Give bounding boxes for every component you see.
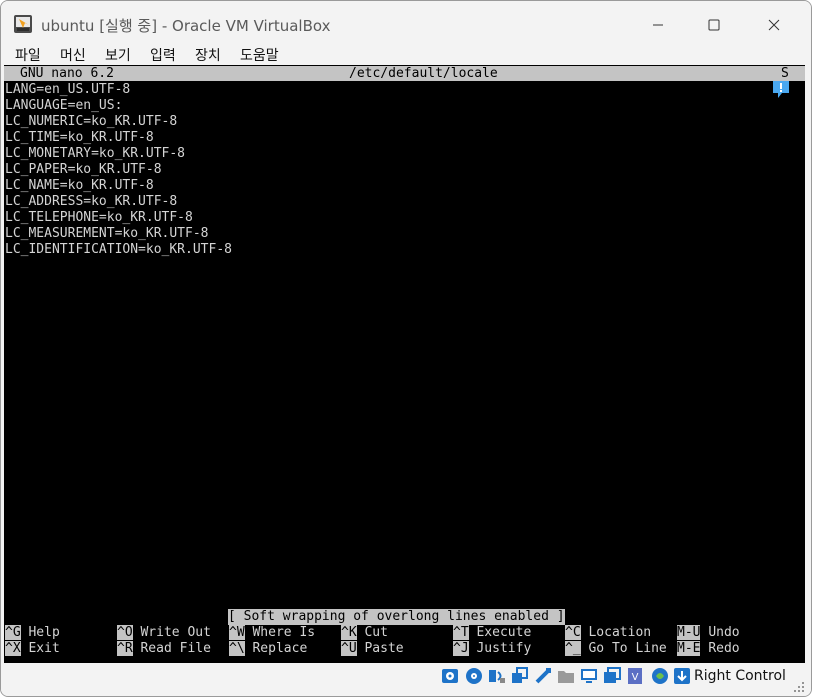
shortcut-label: Execute <box>476 625 532 640</box>
shortcut-justify: ^J Justify <box>453 641 531 657</box>
shortcut-key: ^O <box>117 625 133 640</box>
shortcut-key: ^W <box>229 625 245 640</box>
shortcut-key: ^G <box>5 625 21 640</box>
window-title: ubuntu [실행 중] - Oracle VM VirtualBox <box>41 17 331 35</box>
menu-view[interactable]: 보기 <box>105 45 131 65</box>
minimize-icon <box>653 24 663 26</box>
shortcut-key: ^R <box>117 641 133 656</box>
video-capture-icon[interactable] <box>603 667 621 685</box>
network-icon[interactable] <box>511 667 529 685</box>
shortcut-write-out: ^O Write Out <box>117 625 211 641</box>
optical-drive-icon[interactable] <box>465 667 483 685</box>
display-icon[interactable] <box>580 667 598 685</box>
shortcut-go-to-line: ^_ Go To Line <box>565 641 667 657</box>
guest-terminal[interactable]: GNU nano 6.2 /etc/default/locale S LANG=… <box>4 65 805 663</box>
virtualbox-app-icon <box>14 15 32 33</box>
shortcut-paste: ^U Paste <box>341 641 404 657</box>
shortcut-key: ^C <box>565 625 581 640</box>
shortcut-key: M-E <box>677 641 701 656</box>
shortcut-key: ^U <box>341 641 357 656</box>
nano-filename: /etc/default/locale <box>349 66 498 81</box>
shortcut-key: ^_ <box>565 641 581 656</box>
file-line: LC_ADDRESS=ko_KR.UTF-8 <box>5 194 178 209</box>
shortcut-key: ^J <box>453 641 469 656</box>
host-key-label: Right Control <box>694 668 786 684</box>
shortcut-execute: ^T Execute <box>453 625 531 641</box>
shortcut-exit: ^X Exit <box>5 641 60 657</box>
shortcut-key: ^X <box>5 641 21 656</box>
shortcut-read-file: ^R Read File <box>117 641 211 657</box>
shared-folders-icon[interactable] <box>557 667 575 685</box>
menu-bar: 파일 머신 보기 입력 장치 도움말 <box>1 41 811 65</box>
menu-file[interactable]: 파일 <box>15 45 41 65</box>
shortcut-label: Read File <box>140 641 211 656</box>
shortcut-label: Redo <box>708 641 740 656</box>
menu-help[interactable]: 도움말 <box>240 45 279 65</box>
maximize-icon <box>708 19 720 31</box>
file-line: LC_MEASUREMENT=ko_KR.UTF-8 <box>5 226 209 241</box>
shortcut-redo: M-E Redo <box>677 641 740 657</box>
usb-icon[interactable] <box>534 667 552 685</box>
resize-grip-icon[interactable] <box>793 681 805 693</box>
nano-title-bar: GNU nano 6.2 /etc/default/locale S <box>4 66 805 81</box>
minimize-button[interactable] <box>635 9 681 41</box>
shortcut-label: Location <box>588 625 652 640</box>
file-line: LC_NUMERIC=ko_KR.UTF-8 <box>5 114 178 129</box>
shortcut-key: ^T <box>453 625 469 640</box>
shortcut-label: Help <box>28 625 60 640</box>
shortcut-label: Exit <box>28 641 60 656</box>
virtualbox-window: ubuntu [실행 중] - Oracle VM VirtualBox 파일 … <box>0 0 812 697</box>
file-line: LC_MONETARY=ko_KR.UTF-8 <box>5 146 186 161</box>
svg-text:V: V <box>632 672 639 683</box>
file-line: LC_IDENTIFICATION=ko_KR.UTF-8 <box>5 242 232 257</box>
file-line: LC_PAPER=ko_KR.UTF-8 <box>5 162 162 177</box>
file-line: LC_NAME=ko_KR.UTF-8 <box>5 178 154 193</box>
notification-icon[interactable] <box>771 79 791 101</box>
shortcut-key: ^\ <box>229 641 245 656</box>
shortcut-label: Cut <box>364 625 388 640</box>
hard-disk-icon[interactable] <box>441 667 459 685</box>
shortcut-label: Write Out <box>140 625 211 640</box>
shortcut-location: ^C Location <box>565 625 651 641</box>
shortcut-label: Replace <box>252 641 308 656</box>
file-line: LANG=en_US.UTF-8 <box>5 82 131 97</box>
shortcut-replace: ^\ Replace <box>229 641 307 657</box>
shortcut-where-is: ^W Where Is <box>229 625 315 641</box>
close-button[interactable] <box>751 9 797 41</box>
shortcut-label: Justify <box>476 641 532 656</box>
shortcut-key: ^K <box>341 625 357 640</box>
file-line: LC_TIME=ko_KR.UTF-8 <box>5 130 154 145</box>
menu-input[interactable]: 입력 <box>150 45 176 65</box>
title-bar[interactable]: ubuntu [실행 중] - Oracle VM VirtualBox <box>1 1 811 41</box>
audio-icon[interactable] <box>488 667 506 685</box>
menu-machine[interactable]: 머신 <box>60 45 86 65</box>
maximize-button[interactable] <box>691 9 737 41</box>
file-line: LANGUAGE=en_US: <box>5 98 123 113</box>
nano-version: GNU nano 6.2 <box>20 66 114 81</box>
shortcut-label: Paste <box>364 641 404 656</box>
shortcut-undo: M-U Undo <box>677 625 740 641</box>
menu-devices[interactable]: 장치 <box>195 45 221 65</box>
shortcut-label: Undo <box>708 625 740 640</box>
shortcut-help: ^G Help <box>5 625 60 641</box>
shortcut-label: Where Is <box>252 625 316 640</box>
virtualization-icon[interactable]: V <box>626 667 644 685</box>
nano-status-message: [ Soft wrapping of overlong lines enable… <box>228 609 565 625</box>
mouse-integration-icon[interactable] <box>651 667 669 685</box>
shortcut-cut: ^K Cut <box>341 625 388 641</box>
shortcut-label: Go To Line <box>588 641 667 656</box>
file-line: LC_TELEPHONE=ko_KR.UTF-8 <box>5 210 193 225</box>
shortcut-key: M-U <box>677 625 701 640</box>
close-icon <box>768 19 780 31</box>
vm-status-bar: V Right Control <box>1 663 811 696</box>
keyboard-capture-icon[interactable] <box>673 667 691 685</box>
